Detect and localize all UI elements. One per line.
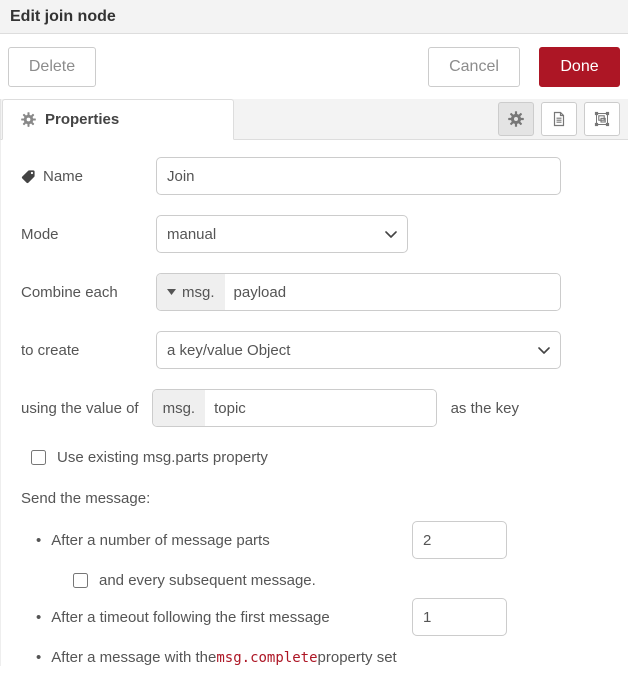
mode-select-value: manual [167, 226, 216, 243]
mode-row: Mode manual [21, 215, 608, 253]
mode-label-text: Mode [21, 226, 59, 243]
use-parts-checkbox[interactable] [31, 450, 46, 465]
chevron-down-icon [538, 347, 550, 354]
send-message-heading: Send the message: [21, 490, 608, 507]
key-value-input[interactable] [205, 390, 435, 426]
msg-complete-code: msg.complete [216, 650, 317, 666]
key-label: using the value of [21, 400, 139, 417]
to-create-row: to create a key/value Object [21, 331, 608, 369]
count-input[interactable] [412, 521, 507, 559]
action-button-row: Delete Cancel Done [0, 34, 628, 99]
key-type-button[interactable]: msg. [153, 390, 206, 426]
name-label-text: Name [43, 168, 83, 185]
tab-bar: Properties [0, 99, 628, 140]
chevron-down-icon [385, 231, 397, 238]
combine-type-label: msg. [182, 284, 215, 301]
dialog-title: Edit join node [10, 8, 116, 26]
count-row: • After a number of message parts [36, 521, 608, 559]
use-parts-row: Use existing msg.parts property [31, 449, 608, 466]
bullet-marker: • [36, 609, 41, 626]
key-suffix: as the key [451, 400, 519, 417]
subsequent-label: and every subsequent message. [99, 572, 316, 589]
key-typed-input: msg. [152, 389, 437, 427]
use-parts-label: Use existing msg.parts property [57, 449, 268, 466]
tab-toolbar [498, 102, 628, 136]
tab-properties[interactable]: Properties [2, 99, 234, 140]
combine-value-input[interactable] [225, 274, 560, 310]
mode-select[interactable]: manual [156, 215, 408, 253]
timeout-label: After a timeout following the first mess… [51, 609, 329, 626]
timeout-row: • After a timeout following the first me… [36, 598, 608, 636]
to-create-label: to create [21, 342, 156, 359]
name-input[interactable] [156, 157, 561, 195]
subsequent-checkbox[interactable] [73, 573, 88, 588]
name-row: Name [21, 157, 608, 195]
tab-properties-label: Properties [45, 111, 119, 128]
done-button[interactable]: Done [539, 47, 620, 87]
delete-button[interactable]: Delete [8, 47, 96, 87]
combine-label: Combine each [21, 284, 156, 301]
gear-icon [508, 111, 524, 127]
combine-label-text: Combine each [21, 284, 118, 301]
combine-row: Combine each msg. [21, 273, 608, 311]
bullet-marker: • [36, 649, 41, 666]
tag-icon [21, 169, 36, 184]
combine-type-button[interactable]: msg. [157, 274, 225, 310]
mode-label: Mode [21, 226, 156, 243]
bullet-marker: • [36, 532, 41, 549]
to-create-select-value: a key/value Object [167, 342, 290, 359]
complete-text-before: After a message with the [51, 649, 216, 666]
to-create-label-text: to create [21, 342, 79, 359]
description-toolbar-button[interactable] [541, 102, 577, 136]
count-label: After a number of message parts [51, 532, 269, 549]
name-label: Name [21, 168, 156, 185]
complete-row: • After a message with the msg.complete … [36, 649, 608, 666]
timeout-input[interactable] [412, 598, 507, 636]
caret-down-icon [167, 289, 176, 295]
dialog-header: Edit join node [0, 0, 628, 34]
key-row: using the value of msg. as the key [21, 389, 608, 427]
to-create-select[interactable]: a key/value Object [156, 331, 561, 369]
appearance-icon [594, 111, 610, 127]
properties-toolbar-button[interactable] [498, 102, 534, 136]
appearance-toolbar-button[interactable] [584, 102, 620, 136]
complete-text-after: property set [318, 649, 397, 666]
key-type-label: msg. [163, 400, 196, 417]
subsequent-row: and every subsequent message. [73, 572, 608, 589]
cancel-button[interactable]: Cancel [428, 47, 520, 87]
gear-icon [21, 112, 36, 127]
description-icon [551, 111, 567, 127]
properties-form: Name Mode manual Combine each msg. to cr… [0, 140, 628, 666]
combine-typed-input: msg. [156, 273, 561, 311]
